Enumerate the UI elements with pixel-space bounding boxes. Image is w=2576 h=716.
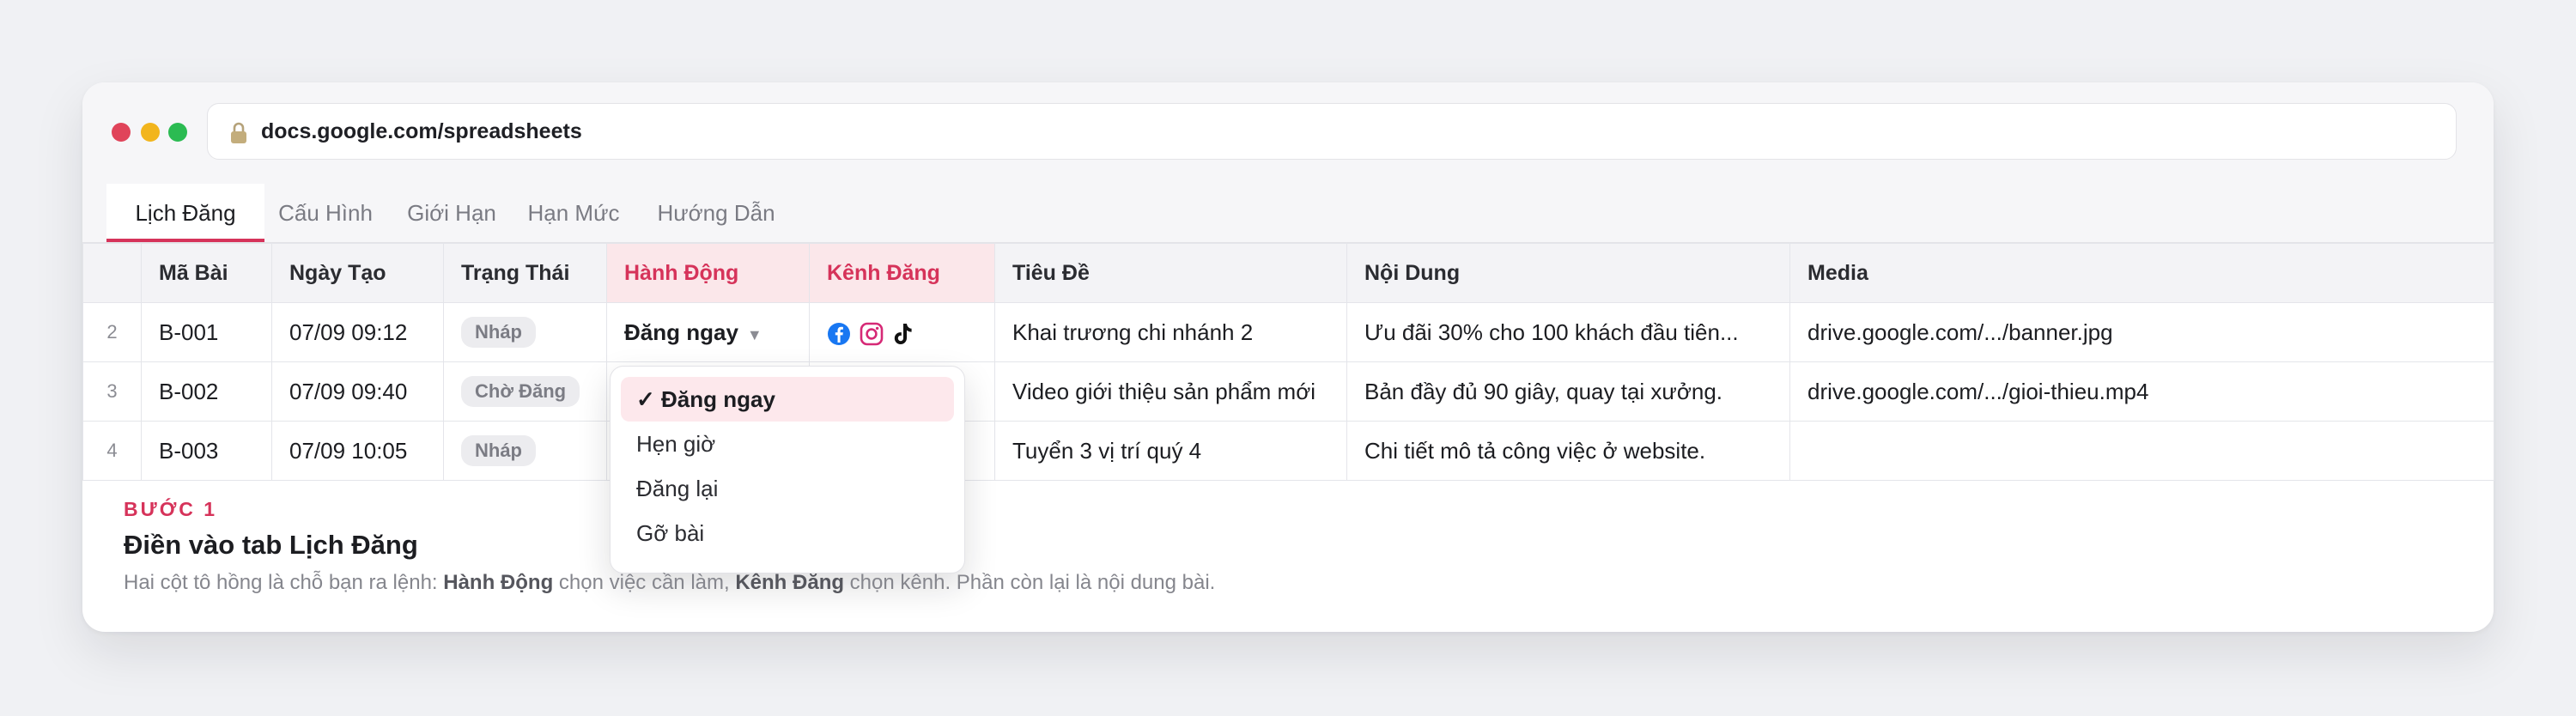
status-badge: Nháp — [461, 435, 536, 466]
header-kenh-dang[interactable]: Kênh Đăng — [809, 243, 995, 303]
step-desc-bold: Kênh Đăng — [735, 571, 845, 594]
cell-trang-thai[interactable]: Nháp — [443, 302, 607, 362]
step-desc-text: chọn kênh. Phần còn lại là nội dung bài. — [844, 571, 1216, 594]
cell-media[interactable] — [1789, 421, 2494, 481]
cell-noi-dung[interactable]: Bản đầy đủ 90 giây, quay tại xưởng. — [1346, 361, 1790, 422]
header-row: Mã Bài Ngày Tạo Trạng Thái Hành Động Kên… — [82, 243, 2494, 303]
header-ngay-tao[interactable]: Ngày Tạo — [271, 243, 444, 303]
browser-window: docs.google.com/spreadsheets Lịch Đăng C… — [82, 82, 2494, 632]
address-bar[interactable]: docs.google.com/spreadsheets — [207, 103, 2457, 160]
dropdown-option-hen-gio[interactable]: Hẹn giờ — [621, 422, 954, 466]
step-title: Điền vào tab Lịch Đăng — [124, 530, 418, 560]
step-desc-bold: Hành Động — [443, 571, 554, 594]
tiktok-icon — [894, 323, 912, 344]
table-row: 4 B-003 07/09 10:05 Nháp Tuyển 3 vị trí … — [82, 421, 2494, 481]
cell-noi-dung[interactable]: Ưu đãi 30% cho 100 khách đầu tiên... — [1346, 302, 1790, 362]
cell-noi-dung[interactable]: Chi tiết mô tả công việc ở website. — [1346, 421, 1790, 481]
tab-huong-dan[interactable]: Hướng Dẫn — [642, 184, 790, 242]
minimize-window-button[interactable] — [141, 123, 160, 142]
cell-ngay-tao[interactable]: 07/09 09:40 — [271, 361, 444, 422]
row-number[interactable]: 2 — [82, 302, 142, 362]
tab-lich-dang[interactable]: Lịch Đăng — [106, 184, 264, 242]
cell-media[interactable]: drive.google.com/.../banner.jpg — [1789, 302, 2494, 362]
row-number[interactable]: 4 — [82, 421, 142, 481]
url-text: docs.google.com/spreadsheets — [261, 119, 582, 143]
cell-ngay-tao[interactable]: 07/09 10:05 — [271, 421, 444, 481]
status-badge: Chờ Đăng — [461, 376, 580, 407]
status-badge: Nháp — [461, 317, 536, 348]
row-number[interactable]: 3 — [82, 361, 142, 422]
tab-gioi-han[interactable]: Giới Hạn — [392, 184, 512, 242]
cell-tieu-de[interactable]: Video giới thiệu sản phẩm mới — [994, 361, 1347, 422]
header-ma-bai[interactable]: Mã Bài — [141, 243, 272, 303]
tab-han-muc[interactable]: Hạn Mức — [512, 184, 635, 242]
header-hanh-dong[interactable]: Hành Động — [606, 243, 810, 303]
cell-ma-bai[interactable]: B-003 — [141, 421, 272, 481]
header-media[interactable]: Media — [1789, 243, 2494, 303]
cell-ma-bai[interactable]: B-001 — [141, 302, 272, 362]
facebook-icon — [828, 322, 850, 345]
maximize-window-button[interactable] — [168, 123, 187, 142]
step-description: Hai cột tô hồng là chỗ bạn ra lệnh: Hành… — [124, 571, 1215, 595]
close-window-button[interactable] — [112, 123, 131, 142]
cell-kenh-dang[interactable] — [809, 302, 995, 362]
browser-titlebar: docs.google.com/spreadsheets — [82, 82, 2494, 185]
cell-trang-thai[interactable]: Chờ Đăng — [443, 361, 607, 422]
cell-trang-thai[interactable]: Nháp — [443, 421, 607, 481]
cell-tieu-de[interactable]: Tuyển 3 vị trí quý 4 — [994, 421, 1347, 481]
cell-hanh-dong[interactable]: Đăng ngay ▼ — [606, 302, 810, 362]
action-value: Đăng ngay — [624, 319, 738, 345]
cell-ma-bai[interactable]: B-002 — [141, 361, 272, 422]
instagram-icon — [860, 322, 884, 345]
header-tieu-de[interactable]: Tiêu Đề — [994, 243, 1347, 303]
tab-cau-hinh[interactable]: Cấu Hình — [268, 184, 383, 242]
dropdown-caret-icon[interactable]: ▼ — [747, 326, 762, 343]
header-trang-thai[interactable]: Trạng Thái — [443, 243, 607, 303]
step-desc-text: Hai cột tô hồng là chỗ bạn ra lệnh: — [124, 571, 444, 594]
cell-ngay-tao[interactable]: 07/09 09:12 — [271, 302, 444, 362]
sheet-tabs: Lịch Đăng Cấu Hình Giới Hạn Hạn Mức Hướn… — [82, 184, 2494, 243]
step-desc-text: chọn việc cần làm, — [553, 571, 736, 594]
table-row: 3 B-002 07/09 09:40 Chờ Đăng Video giới … — [82, 361, 2494, 422]
step-label: BƯỚC 1 — [124, 498, 218, 520]
spreadsheet-grid: Mã Bài Ngày Tạo Trạng Thái Hành Động Kên… — [82, 243, 2494, 481]
table-row: 2 B-001 07/09 09:12 Nháp Đăng ngay ▼ Kha… — [82, 302, 2494, 362]
cell-media[interactable]: drive.google.com/.../gioi-thieu.mp4 — [1789, 361, 2494, 422]
cell-tieu-de[interactable]: Khai trương chi nhánh 2 — [994, 302, 1347, 362]
dropdown-option-dang-ngay[interactable]: ✓ Đăng ngay — [621, 377, 954, 422]
step-callout: BƯỚC 1 Điền vào tab Lịch Đăng Hai cột tô… — [124, 498, 1215, 595]
header-noi-dung[interactable]: Nội Dung — [1346, 243, 1790, 303]
corner-cell[interactable] — [82, 243, 142, 303]
lock-icon — [231, 122, 246, 143]
